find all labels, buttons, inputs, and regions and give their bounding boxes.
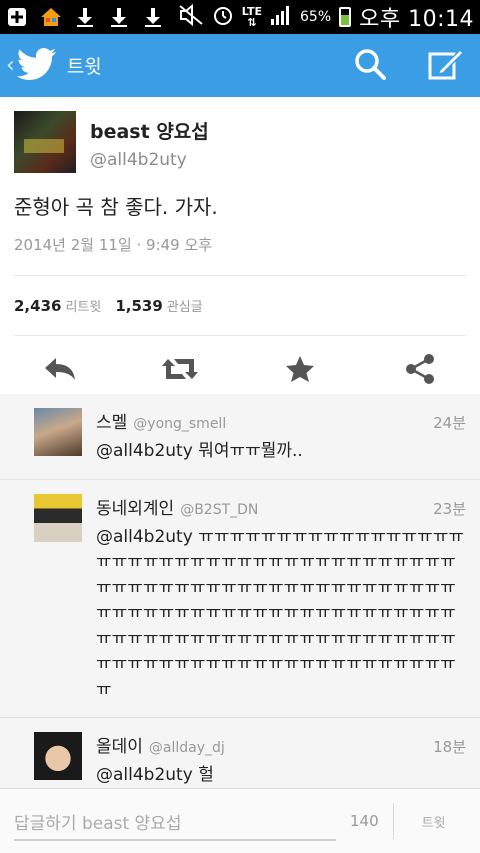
lte-icon: LTE ⇅ bbox=[241, 5, 262, 29]
reply-name: 올데이 bbox=[96, 737, 143, 757]
author-row[interactable]: beast 양요섭 @all4b2uty bbox=[0, 97, 480, 173]
back-chevron-icon[interactable]: ‹ bbox=[6, 53, 15, 78]
display-name: beast 양요섭 bbox=[90, 121, 209, 143]
plus-icon bbox=[6, 6, 28, 28]
download-icon bbox=[108, 6, 130, 28]
divider bbox=[392, 803, 394, 839]
reply-time: 24분 bbox=[433, 414, 466, 432]
favorite-icon[interactable] bbox=[270, 355, 330, 383]
mute-icon bbox=[178, 3, 204, 30]
reply-handle: @yong_smell bbox=[133, 416, 227, 432]
reply-time: 18분 bbox=[433, 738, 466, 756]
reply-item[interactable]: 스멜 @yong_smell 24분 @all4b2uty 뭐여ㅠㅠ뭘까.. bbox=[0, 394, 480, 480]
tweet-text: 준형아 곡 참 좋다. 가자. bbox=[14, 195, 218, 219]
twitter-bird-icon[interactable] bbox=[16, 47, 57, 84]
home-app-icon bbox=[40, 6, 62, 28]
battery-percent: 65% bbox=[300, 9, 332, 25]
reply-text: @all4b2uty 헐 bbox=[96, 765, 214, 785]
clock: 오후 10:14 bbox=[359, 7, 474, 32]
avatar[interactable] bbox=[34, 408, 82, 456]
reply-time: 23분 bbox=[433, 499, 466, 518]
reply-name: 스멜 bbox=[96, 413, 128, 433]
tweet-stats: 2,436 리트윗 1,539 관심글 bbox=[0, 276, 480, 335]
avatar[interactable] bbox=[14, 111, 76, 173]
reply-text: @all4b2uty 뭐여ㅠㅠ뭘까.. bbox=[96, 441, 303, 461]
download-icon bbox=[74, 6, 96, 28]
reply-compose-bar: 140 트윗 bbox=[0, 788, 480, 853]
reply-icon[interactable] bbox=[30, 356, 90, 382]
reply-item[interactable]: 동네외계인 @B2ST_DN 23분 @all4b2uty ㅠㅠㅠㅠㅠㅠㅠㅠㅠㅠ… bbox=[0, 480, 480, 718]
tweet-detail: beast 양요섭 @all4b2uty 준형아 곡 참 좋다. 가자. 201… bbox=[0, 97, 480, 402]
battery-icon bbox=[339, 7, 352, 27]
avatar[interactable] bbox=[34, 732, 82, 780]
tweet-timestamp: 2014년 2월 11일 · 9:49 오후 bbox=[14, 236, 213, 254]
replies-list: 스멜 @yong_smell 24분 @all4b2uty 뭐여ㅠㅠ뭘까.. 동… bbox=[0, 394, 480, 804]
download-icon bbox=[142, 6, 164, 28]
reply-handle: @B2ST_DN bbox=[180, 501, 259, 518]
status-bar: LTE ⇅ 65% 오후 10:14 bbox=[0, 0, 480, 34]
handle: @all4b2uty bbox=[90, 150, 187, 170]
network-type: LTE bbox=[241, 5, 262, 18]
alarm-icon bbox=[212, 4, 234, 30]
char-count: 140 bbox=[350, 812, 379, 830]
reply-name: 동네외계인 bbox=[96, 498, 175, 519]
tweet-actions bbox=[0, 336, 480, 402]
share-icon[interactable] bbox=[390, 353, 450, 385]
compose-icon[interactable] bbox=[428, 48, 465, 84]
retweet-count[interactable]: 2,436 bbox=[14, 297, 61, 315]
reply-handle: @allday_dj bbox=[148, 740, 225, 756]
favorite-label[interactable]: 관심글 bbox=[167, 296, 203, 315]
retweet-icon[interactable] bbox=[150, 355, 210, 383]
tweet-button[interactable]: 트윗 bbox=[422, 812, 446, 831]
signal-icon bbox=[270, 5, 292, 29]
action-bar: ‹ 트윗 bbox=[0, 34, 480, 97]
avatar[interactable] bbox=[34, 493, 82, 542]
search-icon[interactable] bbox=[354, 48, 386, 84]
reply-text: @all4b2uty ㅠㅠㅠㅠㅠㅠㅠㅠㅠㅠㅠㅠㅠㅠㅠㅠㅠㅠㅠㅠㅠㅠㅠㅠㅠㅠㅠㅠㅠ… bbox=[96, 526, 465, 700]
reply-input[interactable] bbox=[14, 801, 336, 841]
page-title: 트윗 bbox=[66, 56, 102, 78]
favorite-count[interactable]: 1,539 bbox=[115, 297, 162, 315]
retweet-label[interactable]: 리트윗 bbox=[65, 296, 101, 315]
